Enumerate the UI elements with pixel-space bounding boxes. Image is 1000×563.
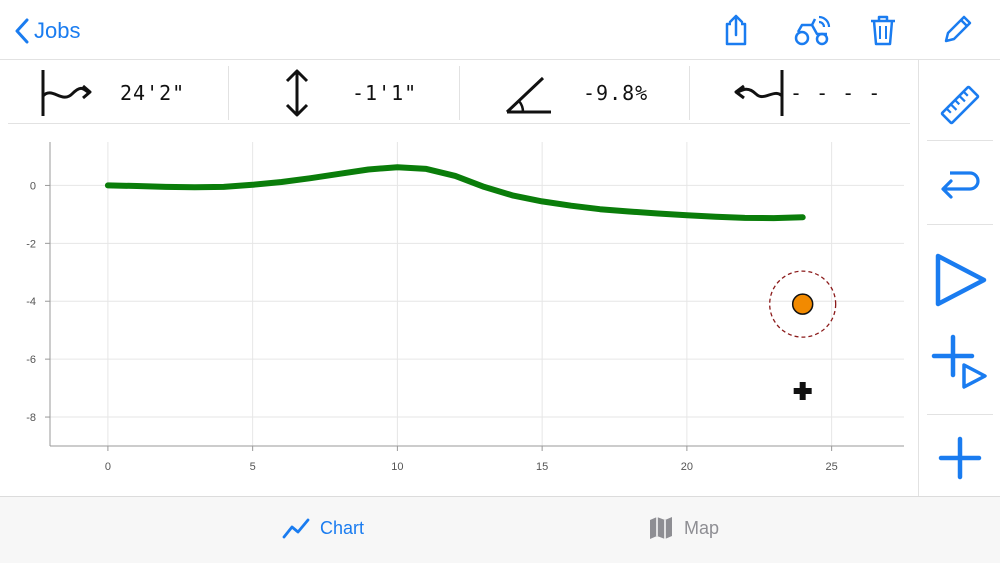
x-tick-label: 5 [250,461,256,473]
distance-icon [41,70,92,116]
right-sidebar [918,60,1000,496]
stats-row: 24'2" -1'1" -9.8% - - - - [8,62,910,124]
series-line [104,164,806,222]
y-tick-label: -6 [26,354,36,366]
divider [927,414,993,415]
tab-map-label: Map [684,517,720,538]
back-label: Jobs [34,18,81,43]
distance-value: 24'2" [120,81,186,105]
back-button[interactable]: Jobs [14,14,80,48]
tab-map[interactable]: Map [648,513,719,543]
remaining-value: - - - - [790,81,882,105]
chart-icon [282,518,310,539]
x-tick-label: 0 [105,461,111,473]
stat-remaining: - - - - [732,62,881,124]
top-toolbar: Jobs [0,0,1000,60]
current-position-marker [793,381,812,400]
y-tick-label: 0 [30,180,36,192]
map-icon [650,517,672,539]
slope-value: -9.8% [583,81,649,105]
add-icon [938,436,982,480]
vertical-change-icon [285,69,309,117]
tab-chart-label: Chart [320,517,365,538]
vertical-value: -1'1" [352,81,418,105]
x-tick-label: 25 [826,461,838,473]
pencil-icon[interactable] [940,13,974,47]
play-icon [935,253,987,307]
slope-angle-icon [505,76,551,114]
chevron-left-icon [15,18,29,44]
y-tick-label: -2 [26,238,36,250]
y-tick-label: -8 [26,412,36,424]
divider [689,66,690,120]
trash-icon[interactable] [866,13,900,47]
stat-vertical: -1'1" [280,62,417,124]
return-button[interactable] [919,150,1000,216]
chart-plot [104,164,837,400]
divider [459,66,460,120]
add-play-icon [931,334,987,389]
add-button[interactable] [919,428,1000,488]
tractor-signal-icon[interactable] [792,13,832,47]
x-tick-label: 10 [391,461,403,473]
stat-distance: 24'2" [40,62,185,124]
tab-bar: Chart Map [0,496,1000,563]
tab-chart[interactable]: Chart [282,513,364,543]
divider [927,140,993,141]
chart-ticks: 0 5 10 15 20 25 0 -2 -4 -6 -8 [26,180,838,473]
profile-chart[interactable]: 0 5 10 15 20 25 0 -2 -4 -6 -8 [0,126,915,494]
ruler-button[interactable] [919,70,1000,140]
divider [927,224,993,225]
x-tick-label: 15 [536,461,548,473]
remaining-distance-icon [734,70,784,116]
return-arrow-icon [941,171,980,199]
stat-slope: -9.8% [503,62,648,124]
ruler-icon [940,85,980,125]
play-button[interactable] [919,240,1000,320]
share-icon[interactable] [719,13,753,47]
add-play-button[interactable] [919,328,1000,398]
x-tick-label: 20 [681,461,693,473]
divider [228,66,229,120]
target-point-marker [791,293,814,315]
y-tick-label: -4 [26,296,36,308]
